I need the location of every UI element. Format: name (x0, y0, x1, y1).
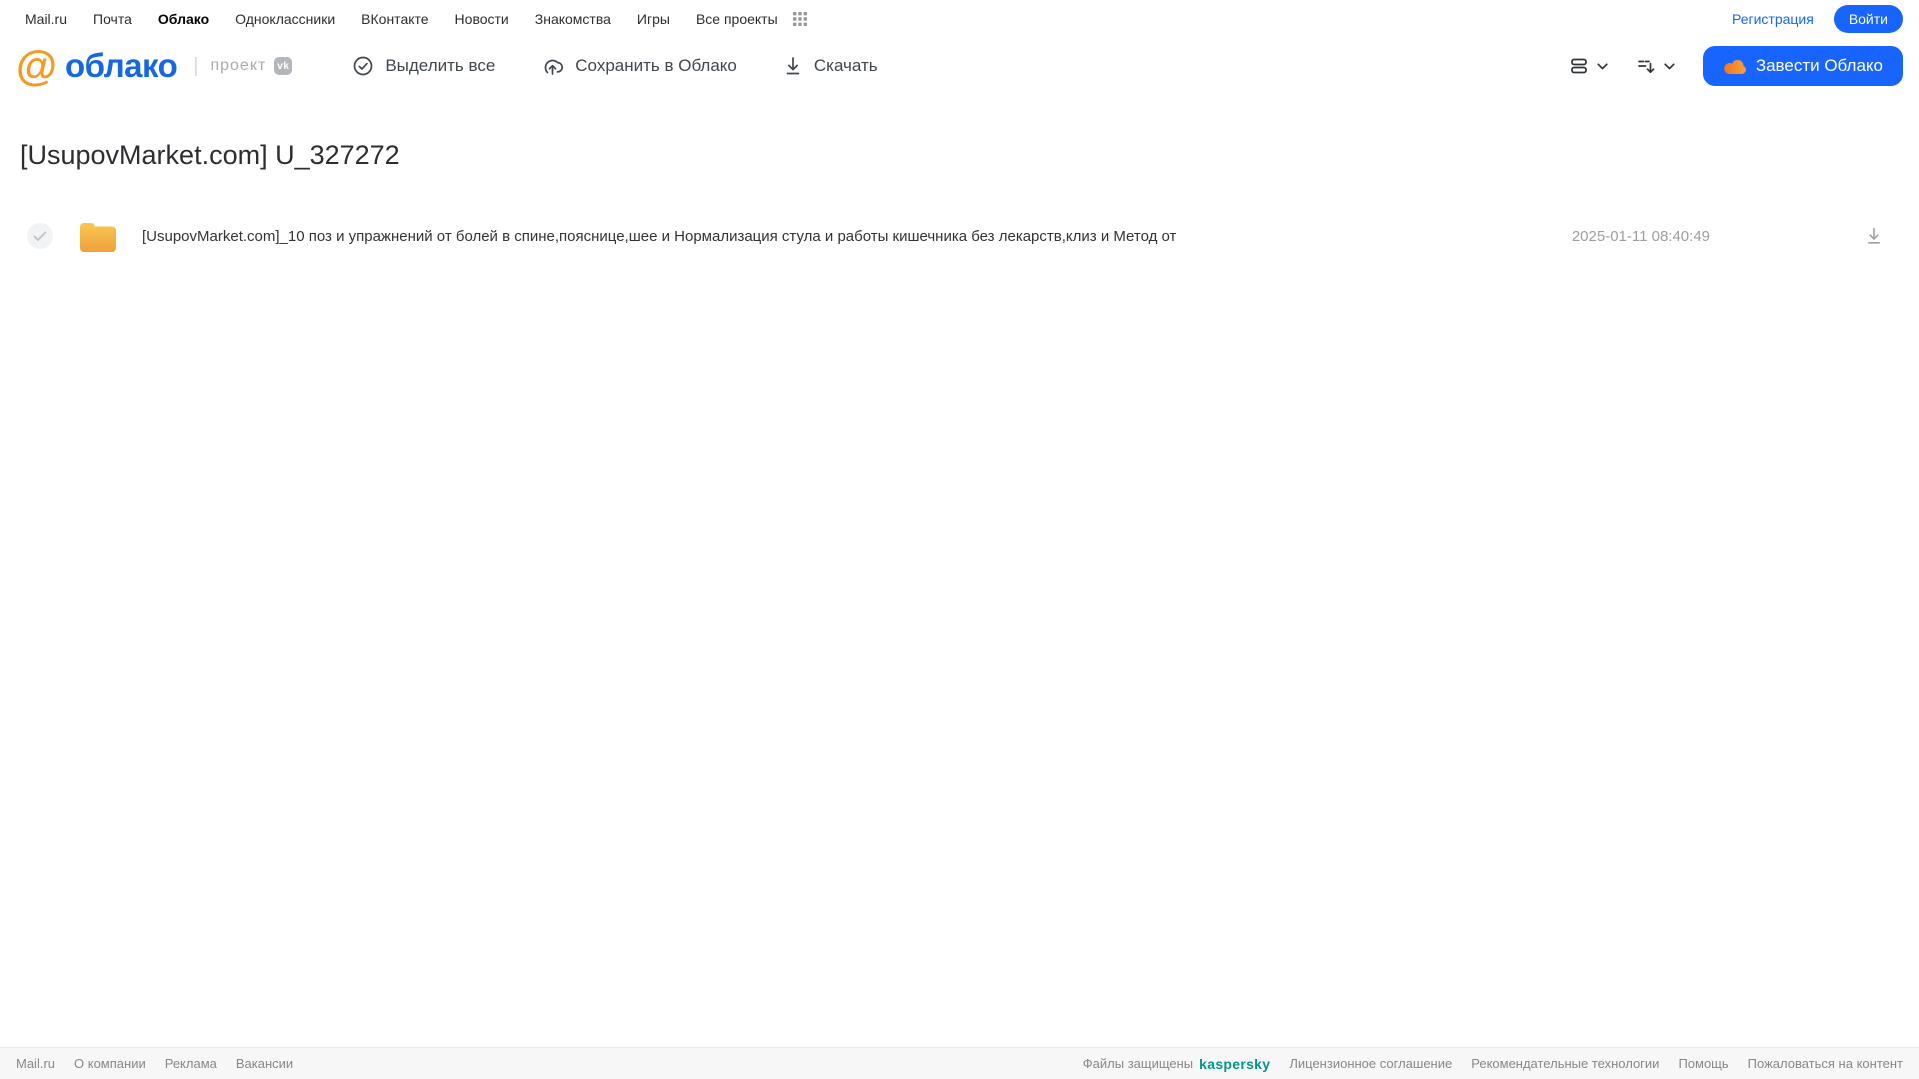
topnav-link[interactable]: ВКонтакте (361, 11, 428, 27)
footer-left-links: Mail.ru О компании Реклама Вакансии (16, 1056, 293, 1071)
footer-link[interactable]: Помощь (1678, 1056, 1728, 1071)
kaspersky-protection: Файлы защищены kaspersky (1083, 1056, 1271, 1072)
all-projects-grid-icon[interactable] (792, 11, 808, 27)
row-download-icon[interactable] (1865, 226, 1883, 246)
create-cloud-button[interactable]: Завести Облако (1702, 46, 1903, 86)
download-icon (783, 55, 803, 77)
footer-link[interactable]: Пожаловаться на контент (1748, 1056, 1903, 1071)
file-name[interactable]: [UsupovMarket.com]_10 поз и упражнений о… (142, 228, 1176, 245)
file-row[interactable]: [UsupovMarket.com]_10 поз и упражнений о… (0, 209, 1919, 263)
footer-link[interactable]: О компании (74, 1056, 146, 1071)
select-all-label: Выделить все (385, 56, 496, 75)
cloud-logo-text: облако (64, 47, 178, 84)
file-date: 2025-01-11 08:40:49 (1571, 227, 1710, 245)
register-link[interactable]: Регистрация (1732, 11, 1814, 27)
header-right-controls: Завести Облако (1569, 46, 1903, 86)
chevron-down-icon (1597, 62, 1608, 69)
project-label: проект (210, 57, 267, 74)
check-icon (33, 231, 47, 241)
login-button[interactable]: Войти (1833, 5, 1903, 33)
logo-divider: | (193, 54, 199, 77)
topnav-link[interactable]: Игры (637, 11, 670, 27)
footer-link[interactable]: Реклама (165, 1056, 217, 1071)
topnav-link[interactable]: Знакомства (535, 11, 611, 27)
footer-link[interactable]: Вакансии (236, 1056, 293, 1071)
sort-icon (1637, 60, 1655, 74)
mailru-at-icon: @ (16, 42, 57, 89)
download-label: Скачать (813, 56, 878, 75)
page-title: [UsupovMarket.com] U_327272 (20, 140, 400, 170)
chevron-down-icon (1664, 62, 1675, 69)
view-mode-dropdown[interactable] (1569, 56, 1608, 76)
topnav-link[interactable]: Одноклассники (235, 11, 335, 27)
row-checkbox[interactable] (27, 223, 53, 249)
footer-link[interactable]: Mail.ru (16, 1056, 55, 1071)
rows-view-icon (1570, 58, 1587, 74)
topnav-link[interactable]: Почта (93, 11, 132, 27)
topnav-link[interactable]: Облако (158, 11, 209, 27)
topnav-link[interactable]: Новости (455, 11, 509, 27)
select-all-button[interactable]: Выделить все (352, 55, 495, 77)
create-cloud-label: Завести Облако (1755, 56, 1883, 75)
top-nav-bar: Mail.ru Почта Облако Одноклассники ВКонт… (0, 0, 1919, 38)
save-to-cloud-button[interactable]: Сохранить в Облако (541, 55, 737, 77)
folder-icon (78, 220, 118, 253)
cloud-logo[interactable]: @ облако | проект vk (16, 42, 293, 89)
file-toolbar: Выделить все Сохранить в Облако Скачать (352, 55, 878, 77)
topnav-link[interactable]: Все проекты (696, 11, 778, 27)
sort-dropdown[interactable] (1636, 56, 1675, 76)
orange-cloud-icon (1723, 58, 1746, 75)
footer-legal-links: Лицензионное соглашение Рекомендательные… (1289, 1056, 1903, 1071)
save-to-cloud-label: Сохранить в Облако (575, 56, 737, 75)
footer-bar: Mail.ru О компании Реклама Вакансии Файл… (0, 1047, 1919, 1079)
kaspersky-protected-text: Файлы защищены (1082, 1056, 1194, 1071)
download-button[interactable]: Скачать (783, 55, 878, 77)
topnav-link[interactable]: Mail.ru (25, 11, 67, 27)
footer-right-links: Файлы защищены kaspersky Лицензионное со… (1083, 1056, 1903, 1072)
cloud-upload-icon (541, 55, 564, 77)
footer-link[interactable]: Рекомендательные технологии (1471, 1056, 1659, 1071)
top-nav-links: Mail.ru Почта Облако Одноклассники ВКонт… (25, 11, 778, 27)
footer-link[interactable]: Лицензионное соглашение (1289, 1056, 1452, 1071)
kaspersky-logo[interactable]: kaspersky (1199, 1056, 1270, 1072)
top-nav-right: Регистрация Войти (1732, 5, 1903, 33)
vk-badge-icon: vk (274, 57, 293, 75)
header-bar: @ облако | проект vk Выделить все Сохран… (0, 38, 1919, 94)
check-circle-icon (352, 55, 374, 77)
